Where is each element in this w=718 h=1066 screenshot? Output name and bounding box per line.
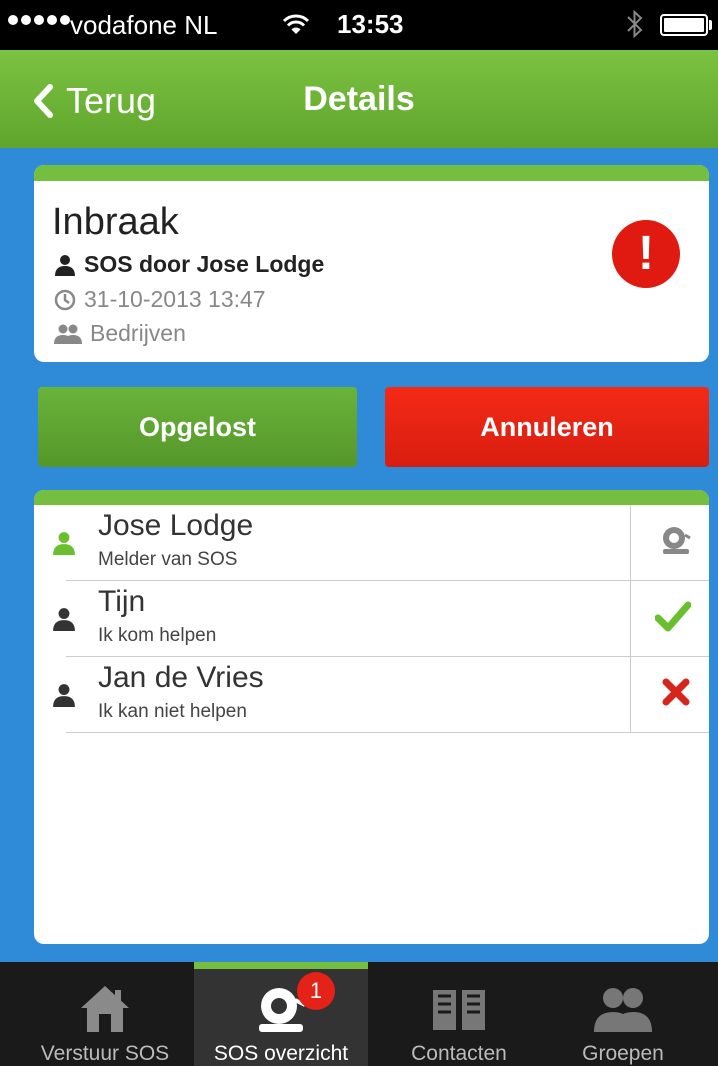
tab-label: Contacten [411, 1042, 507, 1065]
resolve-button[interactable]: Opgelost [38, 387, 357, 467]
status-bar: vodafone NL 13:53 [0, 0, 718, 50]
alarm-bell-icon [663, 527, 691, 554]
book-icon [433, 990, 485, 1030]
tab-label: Verstuur SOS [40, 1042, 170, 1065]
person-icon [53, 684, 75, 707]
person-icon [53, 608, 75, 631]
tab-verstuur-sos[interactable]: Verstuur SOS [18, 962, 192, 1066]
responder-name: Jose Lodge [98, 509, 254, 542]
alert-icon: ! [612, 220, 680, 288]
clock-icon [54, 289, 76, 310]
bluetooth-icon [626, 8, 644, 47]
tab-label: Groepen [582, 1042, 664, 1065]
incident-group-text: Bedrijven [90, 320, 186, 346]
notification-badge: 1 [297, 972, 335, 1010]
row-divider [66, 732, 709, 733]
incident-group: Bedrijven [54, 320, 186, 347]
responder-status: Ik kan niet helpen [98, 701, 247, 722]
responder-name: Tijn [98, 585, 146, 618]
group-icon [54, 324, 82, 344]
incident-card: Inbraak SOS door Jose Lodge 31-10-2013 1… [34, 165, 709, 362]
list-item[interactable]: Jan de Vries Ik kan niet helpen [34, 657, 709, 733]
tab-groepen[interactable]: Groepen [536, 962, 710, 1066]
carrier-name: vodafone NL [70, 10, 218, 40]
card-header-stripe [34, 165, 709, 181]
cancel-button[interactable]: Annuleren [385, 387, 709, 467]
incident-reporter-text: SOS door Jose Lodge [84, 251, 325, 277]
responders-card: Jose Lodge Melder van SOS Tijn Ik kom he… [34, 490, 709, 944]
tab-contacten[interactable]: Contacten [372, 962, 546, 1066]
incident-reporter: SOS door Jose Lodge [54, 251, 324, 278]
wifi-icon [282, 12, 310, 43]
home-icon [81, 986, 129, 1032]
cross-icon [662, 678, 690, 706]
active-tab-indicator [194, 962, 368, 969]
page-title: Details [303, 80, 415, 118]
incident-name: Inbraak [52, 201, 179, 243]
content-area: Inbraak SOS door Jose Lodge 31-10-2013 1… [0, 148, 718, 962]
person-icon [53, 532, 75, 555]
signal-strength-icon [8, 15, 70, 25]
incident-time: 31-10-2013 13:47 [54, 286, 266, 313]
responder-name: Jan de Vries [98, 661, 264, 694]
person-icon [55, 254, 75, 276]
responder-status: Ik kom helpen [98, 625, 217, 646]
incident-time-text: 31-10-2013 13:47 [84, 286, 266, 312]
battery-icon [660, 14, 708, 36]
navigation-bar: Terug Details [0, 50, 718, 148]
list-item[interactable]: Tijn Ik kom helpen [34, 581, 709, 657]
card-header-stripe [34, 490, 709, 505]
tab-label: SOS overzicht [213, 1042, 349, 1065]
clock: 13:53 [337, 9, 404, 39]
tab-sos-overzicht[interactable]: 1 SOS overzicht [194, 962, 368, 1066]
tab-bar: Verstuur SOS 1 SOS overzicht Contacten G… [0, 962, 718, 1066]
list-item[interactable]: Jose Lodge Melder van SOS [34, 505, 709, 581]
check-icon [655, 601, 691, 632]
responder-status: Melder van SOS [98, 549, 238, 570]
battery-tip [709, 20, 712, 30]
group-icon [594, 988, 652, 1032]
